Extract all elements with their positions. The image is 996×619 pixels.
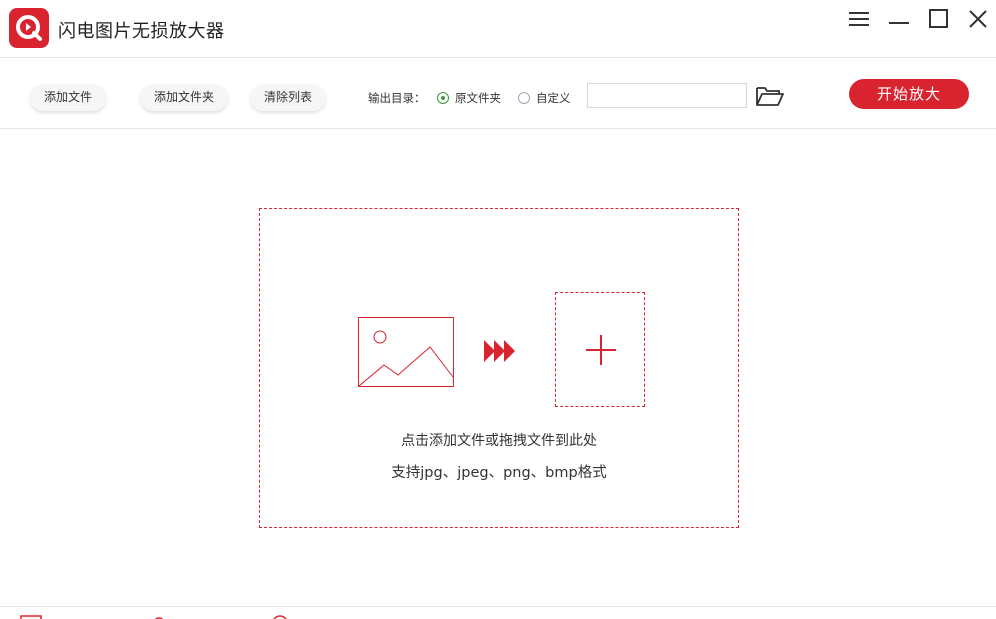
bottom-square-icon[interactable] xyxy=(20,615,42,619)
close-icon[interactable] xyxy=(963,6,993,32)
custom-path-input[interactable] xyxy=(587,83,747,108)
clear-list-button[interactable]: 清除列表 xyxy=(250,84,327,111)
add-file-box[interactable] xyxy=(555,292,645,407)
title-bar: 闪电图片无损放大器 xyxy=(0,0,996,58)
drop-hint-text: 点击添加文件或拖拽文件到此处 xyxy=(401,433,597,449)
add-file-button[interactable]: 添加文件 xyxy=(30,84,107,111)
start-enlarge-button[interactable]: 开始放大 xyxy=(849,79,969,109)
triple-arrow-icon xyxy=(484,339,516,367)
bottom-circle-icon[interactable] xyxy=(153,615,165,619)
radio-original-folder[interactable]: 原文件夹 xyxy=(437,90,501,106)
output-dir-label: 输出目录： xyxy=(368,91,426,105)
toolbar: 添加文件 添加文件夹 清除列表 输出目录： 原文件夹 自定义 开始放大 xyxy=(0,59,996,129)
app-logo-icon xyxy=(9,8,49,48)
maximize-icon[interactable] xyxy=(924,6,954,32)
hamburger-menu-icon[interactable] xyxy=(844,6,874,32)
radio-custom-label: 自定义 xyxy=(536,91,571,105)
bottom-round-icon[interactable] xyxy=(272,615,288,619)
radio-selected-indicator xyxy=(437,92,449,104)
add-folder-button[interactable]: 添加文件夹 xyxy=(140,84,229,111)
plus-icon xyxy=(586,335,616,365)
radio-unselected-indicator xyxy=(518,92,530,104)
radio-original-label: 原文件夹 xyxy=(455,91,501,105)
app-window: 闪电图片无损放大器 添加文件 添加文件夹 清除列表 输出目录： 原文件夹 自定义 xyxy=(0,0,996,619)
radio-custom[interactable]: 自定义 xyxy=(518,90,571,106)
supported-formats-text: 支持jpg、jpeg、png、bmp格式 xyxy=(391,465,607,481)
app-title: 闪电图片无损放大器 xyxy=(58,21,225,42)
bottom-bar xyxy=(0,606,996,619)
minimize-icon[interactable] xyxy=(884,6,914,32)
folder-open-icon[interactable] xyxy=(755,85,785,107)
file-drop-zone[interactable]: 点击添加文件或拖拽文件到此处 支持jpg、jpeg、png、bmp格式 xyxy=(259,208,739,528)
image-icon xyxy=(358,317,454,391)
